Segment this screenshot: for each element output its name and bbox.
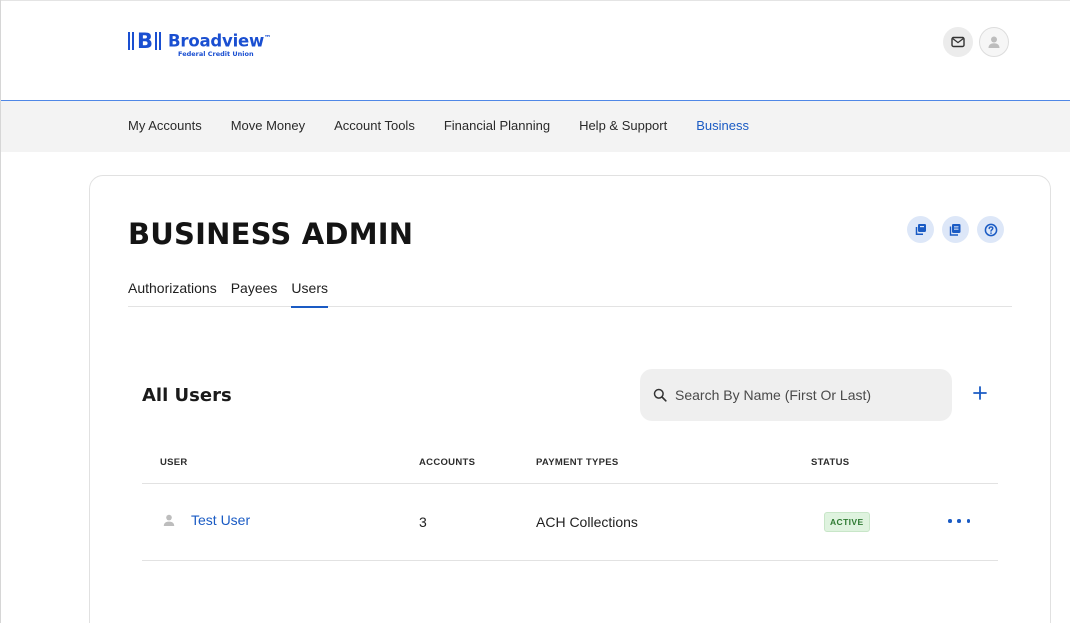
business-admin-card: BUSINESS ADMIN Authorizations Payees Use…	[89, 175, 1051, 623]
logo-text: Broadview™ Federal Credit Union	[168, 30, 271, 58]
help-button[interactable]	[977, 216, 1004, 243]
profile-button[interactable]	[979, 27, 1009, 57]
users-table: USER ACCOUNTS PAYMENT TYPES STATUS Test …	[142, 448, 998, 561]
user-cell: Test User	[162, 512, 250, 528]
user-avatar-icon	[163, 514, 175, 526]
user-icon	[988, 36, 1000, 48]
admin-tabs: Authorizations Payees Users	[128, 280, 1012, 308]
nav-financial-planning[interactable]: Financial Planning	[444, 118, 550, 133]
add-user-button[interactable]	[970, 383, 990, 403]
tab-users[interactable]: Users	[291, 280, 328, 308]
logo-bar-left-1	[128, 32, 130, 50]
more-dot-icon	[966, 519, 970, 523]
tab-authorizations[interactable]: Authorizations	[128, 280, 217, 307]
more-dot-icon	[957, 519, 961, 523]
table-header: USER ACCOUNTS PAYMENT TYPES STATUS	[142, 448, 998, 484]
nav-account-tools[interactable]: Account Tools	[334, 118, 415, 133]
nav-business[interactable]: Business	[696, 118, 749, 133]
logo-letter: B	[137, 29, 154, 53]
copy-icon	[915, 224, 926, 235]
header-actions	[943, 27, 1009, 57]
site-header: B Broadview™ Federal Credit Union	[1, 1, 1070, 100]
status-badge: ACTIVE	[824, 512, 870, 532]
broadview-logo[interactable]: B Broadview™ Federal Credit Union	[128, 30, 271, 58]
user-accounts-count: 3	[419, 514, 427, 530]
column-user[interactable]: USER	[160, 457, 188, 468]
column-payment-types[interactable]: PAYMENT TYPES	[536, 457, 619, 468]
tab-payees[interactable]: Payees	[231, 280, 278, 307]
plus-icon	[973, 386, 987, 400]
copy-button[interactable]	[907, 216, 934, 243]
nav-help-support[interactable]: Help & Support	[579, 118, 667, 133]
help-icon	[984, 223, 997, 236]
main-nav: My Accounts Move Money Account Tools Fin…	[128, 118, 778, 133]
search-icon	[653, 388, 667, 402]
logo-bar-left-2	[131, 32, 134, 50]
logo-mark: B	[128, 30, 162, 52]
document-button[interactable]	[942, 216, 969, 243]
nav-my-accounts[interactable]: My Accounts	[128, 118, 202, 133]
messages-button[interactable]	[943, 27, 973, 57]
nav-move-money[interactable]: Move Money	[231, 118, 305, 133]
document-icon	[949, 224, 961, 236]
more-dot-icon	[948, 519, 952, 523]
search-input[interactable]	[675, 387, 935, 403]
row-more-button[interactable]	[948, 514, 970, 528]
logo-subtitle: Federal Credit Union	[178, 49, 254, 58]
logo-trademark: ™	[264, 34, 271, 42]
user-name-link[interactable]: Test User	[191, 512, 250, 528]
page-title: BUSINESS ADMIN	[128, 217, 414, 251]
user-payment-types: ACH Collections	[536, 514, 638, 530]
section-title: All Users	[142, 385, 232, 406]
mail-icon	[951, 36, 965, 48]
main-nav-bar: My Accounts Move Money Account Tools Fin…	[1, 100, 1070, 152]
table-row: Test User 3 ACH Collections ACTIVE	[142, 484, 998, 561]
page-tools	[907, 216, 1004, 243]
column-status[interactable]: STATUS	[811, 457, 849, 468]
user-search[interactable]	[640, 369, 952, 421]
logo-name: Broadview™	[168, 30, 271, 50]
logo-name-text: Broadview	[168, 31, 265, 51]
logo-bar-right-1	[155, 32, 158, 50]
column-accounts[interactable]: ACCOUNTS	[419, 457, 475, 468]
logo-bar-right-2	[158, 32, 161, 50]
